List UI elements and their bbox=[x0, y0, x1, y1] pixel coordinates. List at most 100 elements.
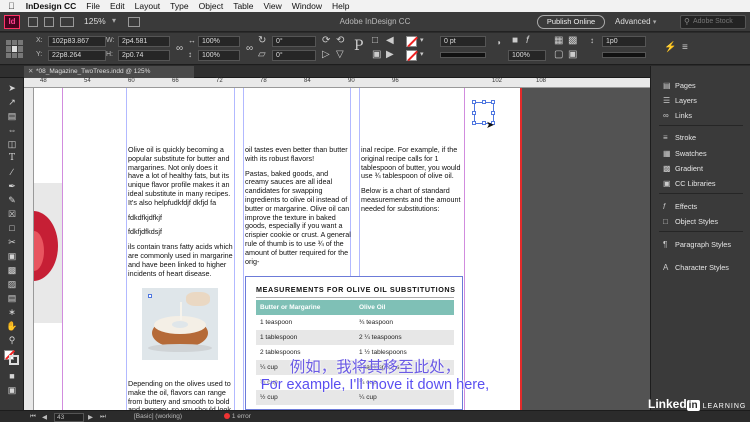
rectangle-frame-tool-icon[interactable]: ☒ bbox=[5, 208, 19, 220]
menu-edit[interactable]: Edit bbox=[105, 0, 130, 12]
stroke-type-selector[interactable] bbox=[440, 52, 486, 58]
resize-handle[interactable] bbox=[472, 111, 476, 115]
pencil-tool-icon[interactable]: ✎ bbox=[5, 194, 19, 206]
gap-tool-icon[interactable]: ⇔ bbox=[5, 124, 19, 136]
panel-effects[interactable]: 𝑓 Effects bbox=[663, 202, 697, 212]
bridge-icon[interactable] bbox=[28, 17, 38, 27]
menu-object[interactable]: Object bbox=[194, 0, 229, 12]
constrain-proportions-icon[interactable]: ∞ bbox=[176, 44, 183, 54]
y-position-field[interactable] bbox=[48, 50, 106, 61]
flip-horizontal-icon[interactable]: ▷ bbox=[322, 50, 330, 60]
line-tool-icon[interactable]: ∕ bbox=[5, 166, 19, 178]
resize-handle[interactable] bbox=[472, 100, 476, 104]
auto-fit-icon[interactable]: ▢ bbox=[554, 50, 563, 60]
rotation-angle-field[interactable] bbox=[272, 36, 316, 47]
text-column-2[interactable]: oil tastes even better than butter with … bbox=[245, 145, 351, 272]
adobe-stock-search[interactable]: ⚲ Adobe Stock bbox=[680, 15, 746, 29]
gradient-tool-icon[interactable]: ▩ bbox=[5, 264, 19, 276]
note-tool-icon[interactable]: ▤ bbox=[5, 292, 19, 304]
menu-app-name[interactable]: InDesign CC bbox=[21, 0, 82, 12]
scissors-tool-icon[interactable]: ✂ bbox=[5, 236, 19, 248]
hand-tool-icon[interactable]: ✋ bbox=[5, 320, 19, 332]
drop-shadow-icon[interactable]: ■ bbox=[512, 36, 518, 46]
panel-paragraph-styles[interactable]: ¶ Paragraph Styles bbox=[663, 240, 731, 249]
panel-menu-icon[interactable]: ≡ bbox=[682, 43, 688, 53]
resize-handle[interactable] bbox=[491, 100, 495, 104]
pen-tool-icon[interactable]: ✒ bbox=[5, 180, 19, 192]
menu-type[interactable]: Type bbox=[165, 0, 193, 12]
reference-point-icon[interactable] bbox=[6, 40, 24, 58]
image-handle[interactable] bbox=[148, 294, 152, 298]
next-page-icon[interactable]: ▶ bbox=[88, 413, 93, 421]
previous-page-icon[interactable]: ◀ bbox=[42, 413, 47, 421]
text-wrap-icon[interactable]: ▦ bbox=[554, 36, 563, 46]
menu-table[interactable]: Table bbox=[228, 0, 258, 12]
type-tool-icon[interactable]: T bbox=[5, 152, 19, 164]
horizontal-ruler[interactable]: 48 54 60 66 72 78 84 90 96 102 108 bbox=[24, 78, 650, 88]
constrain-scale-icon[interactable]: ∞ bbox=[246, 44, 253, 54]
table-header-row[interactable]: Butter or Margarine Olive Oil bbox=[256, 300, 454, 315]
publish-online-button[interactable]: Publish Online bbox=[537, 15, 605, 29]
preflight-profile[interactable]: [Basic] (working) bbox=[134, 413, 182, 420]
table-row[interactable]: 1 teaspoon ¾ teaspoon bbox=[256, 315, 454, 330]
menu-file[interactable]: File bbox=[81, 0, 105, 12]
rotate-90-ccw-icon[interactable]: ⟲ bbox=[336, 36, 344, 46]
spread-photo-edge[interactable] bbox=[34, 183, 62, 323]
zoom-tool-icon[interactable]: ⚲ bbox=[5, 334, 19, 346]
x-position-field[interactable] bbox=[48, 36, 106, 47]
first-page-icon[interactable]: ⏮ bbox=[30, 413, 36, 421]
eyedropper-tool-icon[interactable]: ∗ bbox=[5, 306, 19, 318]
reference-field[interactable] bbox=[602, 36, 646, 47]
apple-icon[interactable]:  bbox=[0, 0, 21, 12]
free-transform-tool-icon[interactable]: ▣ bbox=[5, 250, 19, 262]
scale-x-field[interactable] bbox=[198, 36, 240, 47]
resize-handle[interactable] bbox=[472, 121, 476, 125]
panel-layers[interactable]: ☰ Layers bbox=[663, 96, 697, 105]
height-field[interactable] bbox=[118, 50, 170, 61]
workspace-switcher[interactable]: Advanced ▾ bbox=[615, 17, 656, 26]
select-previous-icon[interactable]: ◀ bbox=[386, 36, 394, 46]
chevron-down-icon[interactable]: ▾ bbox=[420, 50, 424, 60]
text-column-3[interactable]: inal recipe. For example, if the origina… bbox=[361, 145, 465, 220]
bundt-cake-image[interactable] bbox=[142, 288, 218, 360]
chevron-down-icon[interactable]: ▾ bbox=[112, 16, 116, 25]
shear-angle-field[interactable] bbox=[272, 50, 316, 61]
quick-apply-icon[interactable]: ⚡ bbox=[664, 43, 676, 53]
arrange-documents-icon[interactable] bbox=[128, 17, 140, 27]
width-field[interactable] bbox=[118, 36, 170, 47]
panel-links[interactable]: ∞ Links bbox=[663, 111, 692, 120]
resize-handle[interactable] bbox=[491, 111, 495, 115]
select-container-icon[interactable]: □ bbox=[372, 36, 378, 46]
fill-swatch[interactable] bbox=[406, 36, 418, 47]
screen-mode-icon[interactable] bbox=[44, 17, 54, 27]
menu-window[interactable]: Window bbox=[287, 0, 327, 12]
chevron-down-icon[interactable]: ▾ bbox=[420, 36, 424, 46]
document-tab[interactable]: ✕ *08_Magazine_TwoTrees.indd @ 125% bbox=[24, 66, 194, 78]
selection-tool-icon[interactable]: ➤ bbox=[5, 82, 19, 94]
menu-view[interactable]: View bbox=[259, 0, 287, 12]
effects-icon[interactable]: 𝑓 bbox=[526, 36, 529, 46]
panel-character-styles[interactable]: A Character Styles bbox=[663, 263, 729, 272]
view-options-icon[interactable] bbox=[60, 17, 74, 27]
corner-options-selector[interactable] bbox=[602, 52, 646, 58]
page-tool-icon[interactable]: ▤ bbox=[5, 110, 19, 122]
stroke-swatch[interactable] bbox=[406, 50, 418, 61]
gradient-feather-tool-icon[interactable]: ▨ bbox=[5, 278, 19, 290]
paragraph-p-icon[interactable]: P bbox=[354, 39, 363, 53]
error-indicator[interactable]: 1 error bbox=[224, 413, 251, 420]
panel-swatches[interactable]: ▦ Swatches bbox=[663, 149, 707, 158]
resize-handle[interactable] bbox=[482, 100, 486, 104]
panel-stroke[interactable]: ≡ Stroke bbox=[663, 133, 696, 142]
menu-help[interactable]: Help bbox=[327, 0, 354, 12]
panel-object-styles[interactable]: □ Object Styles bbox=[663, 217, 718, 226]
content-collector-icon[interactable]: ◫ bbox=[5, 138, 19, 150]
zoom-level[interactable]: 125% bbox=[84, 16, 106, 26]
stroke-weight-field[interactable] bbox=[440, 36, 486, 47]
select-next-icon[interactable]: ▶ bbox=[386, 50, 394, 60]
panel-cc-libraries[interactable]: ▣ CC Libraries bbox=[663, 179, 716, 188]
select-content-icon[interactable]: ▣ bbox=[372, 50, 381, 60]
text-column-1[interactable]: Olive oil is quickly becoming a popular … bbox=[128, 145, 234, 284]
table-row[interactable]: 1 tablespoon 2 ¼ teaspoons bbox=[256, 330, 454, 345]
text-wrap-around-icon[interactable]: ▩ bbox=[568, 36, 577, 46]
close-icon[interactable]: ✕ bbox=[28, 66, 33, 78]
